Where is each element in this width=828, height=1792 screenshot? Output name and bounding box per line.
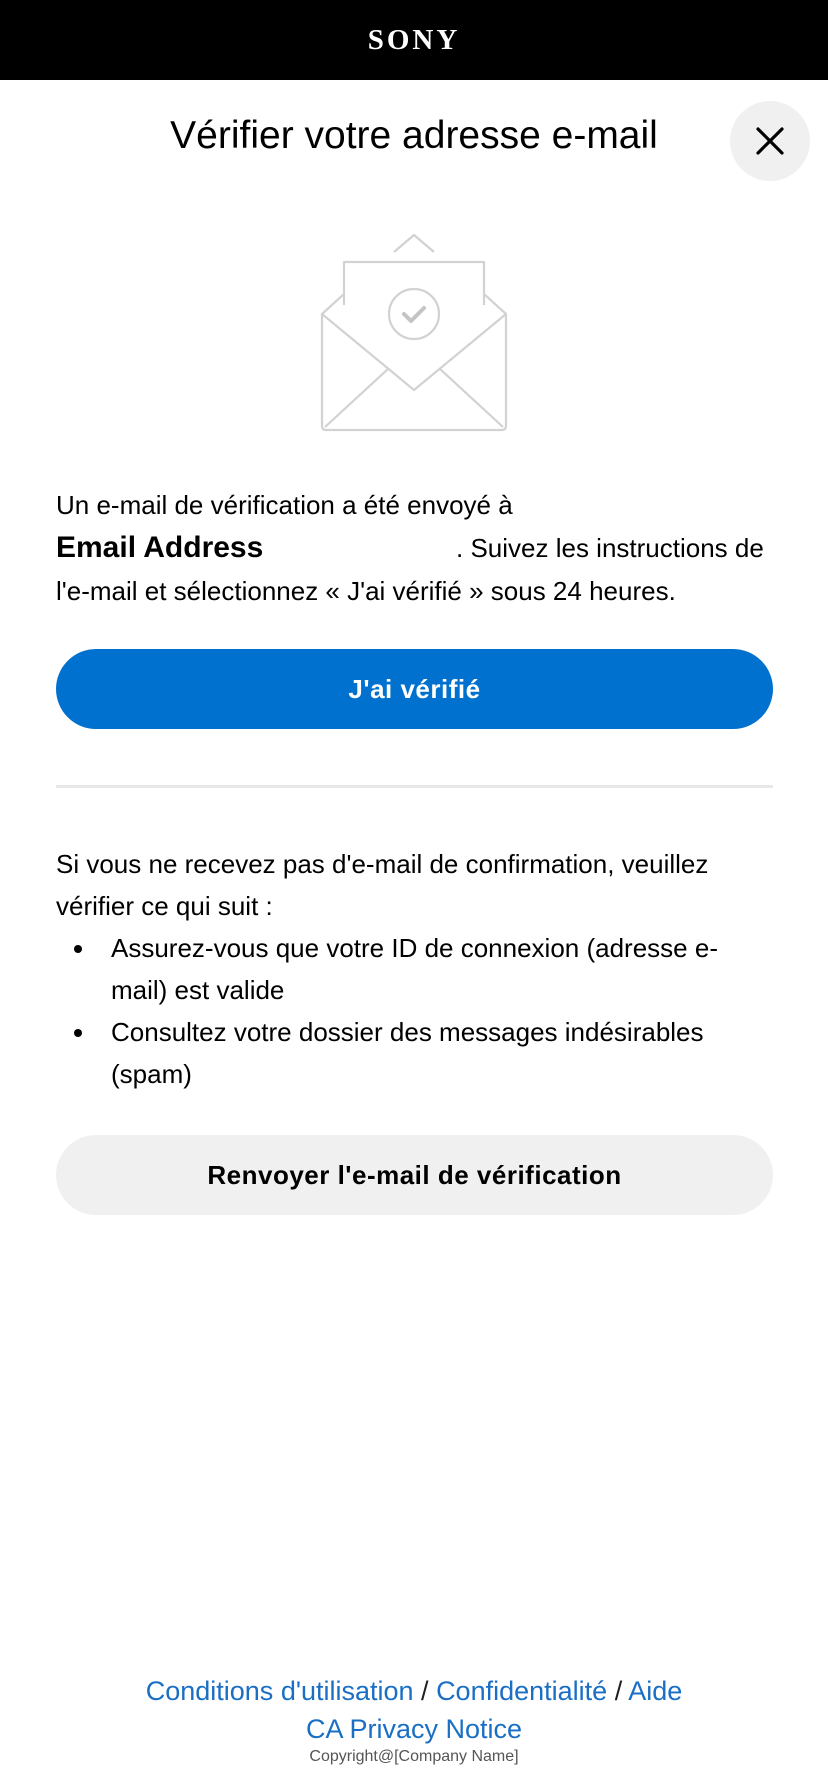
- footer-separator: /: [413, 1676, 437, 1706]
- envelope-check-icon: [320, 233, 508, 432]
- help-list: Assurez-vous que votre ID de connexion (…: [56, 927, 776, 1095]
- email-address: Email Address: [56, 531, 264, 564]
- ca-privacy-link[interactable]: CA Privacy Notice: [306, 1714, 522, 1744]
- close-icon: [756, 127, 784, 155]
- help-intro: Si vous ne recevez pas d'e-mail de confi…: [56, 849, 709, 921]
- divider: [56, 785, 773, 788]
- page-title: Vérifier votre adresse e-mail: [170, 114, 658, 157]
- resend-email-button[interactable]: Renvoyer l'e-mail de vérification: [56, 1135, 773, 1215]
- verification-message: Un e-mail de vérification a été envoyé à…: [56, 484, 776, 613]
- copyright: Copyright@[Company Name]: [309, 1748, 519, 1765]
- brand-logo: SONY: [367, 23, 461, 56]
- message-line-1: Un e-mail de vérification a été envoyé à: [56, 490, 513, 520]
- verified-button[interactable]: J'ai vérifié: [56, 649, 773, 729]
- close-button[interactable]: [730, 101, 810, 181]
- list-item: Consultez votre dossier des messages ind…: [56, 1011, 776, 1095]
- footer-links: Conditions d'utilisation / Confidentiali…: [0, 1672, 828, 1748]
- top-bar: SONY: [0, 0, 828, 80]
- footer-separator: /: [607, 1676, 629, 1706]
- help-section: Si vous ne recevez pas d'e-mail de confi…: [56, 843, 776, 1095]
- terms-link[interactable]: Conditions d'utilisation: [146, 1676, 414, 1706]
- help-link[interactable]: Aide: [628, 1676, 682, 1706]
- privacy-link[interactable]: Confidentialité: [436, 1676, 607, 1706]
- list-item: Assurez-vous que votre ID de connexion (…: [56, 927, 776, 1011]
